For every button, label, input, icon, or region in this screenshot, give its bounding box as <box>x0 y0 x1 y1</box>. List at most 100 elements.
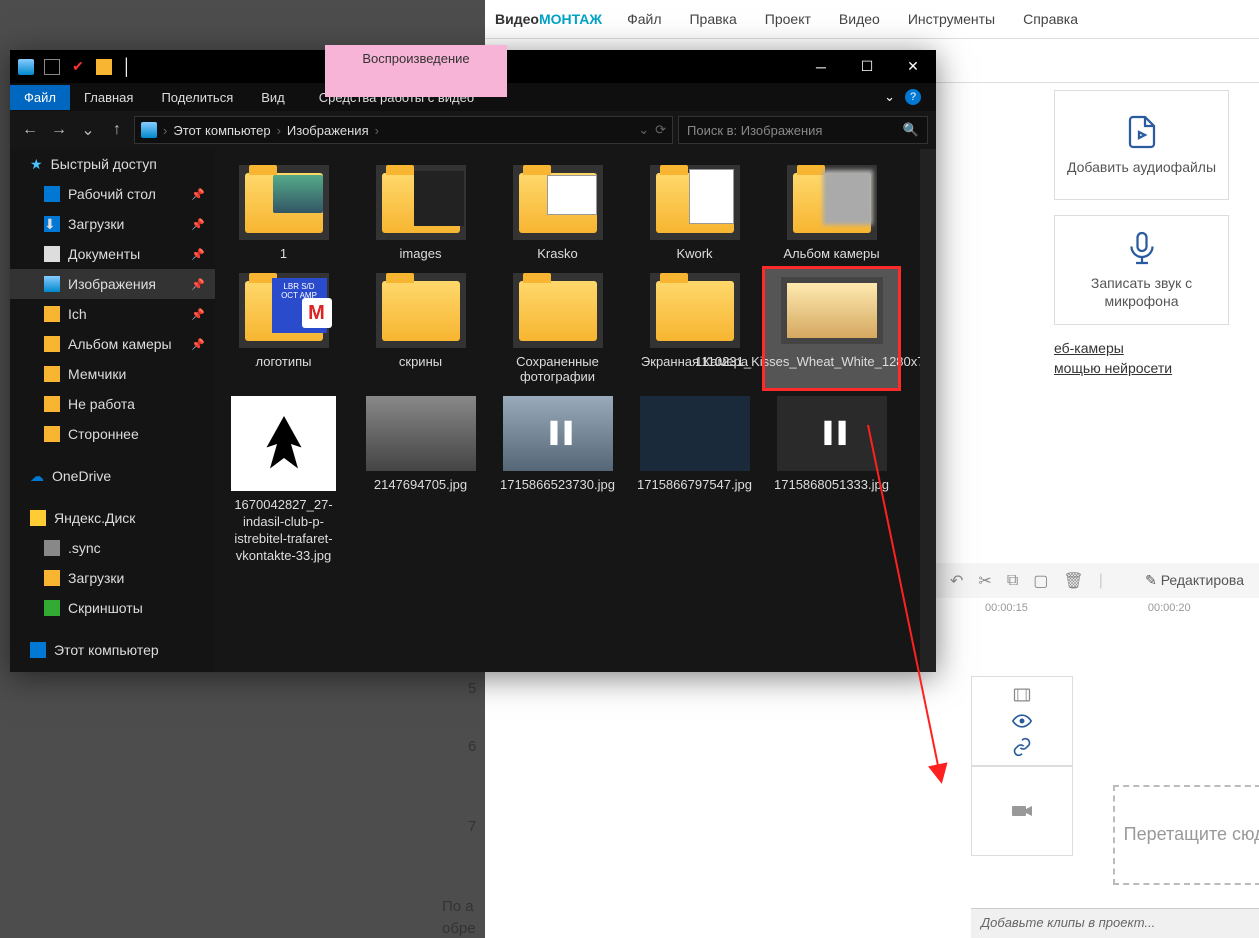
image-file[interactable]: 2147694705.jpg <box>352 390 489 571</box>
ribbon-expand[interactable]: ⌄ ? <box>869 84 936 110</box>
eye-icon <box>1012 711 1032 731</box>
ribbon-share[interactable]: Поделиться <box>147 85 247 110</box>
microphone-icon <box>1124 230 1160 266</box>
up-button[interactable]: ↑ <box>105 118 129 142</box>
search-box[interactable]: Поиск в: Изображения 🔍 <box>678 116 928 144</box>
page-num: 6 <box>468 738 476 755</box>
sidebar-thirdparty[interactable]: Стороннее <box>10 419 215 449</box>
menu-file[interactable]: Файл <box>627 11 661 27</box>
add-audio-button[interactable]: Добавить аудиофайлы <box>1054 90 1229 200</box>
audio-file-icon <box>1124 114 1160 150</box>
file-name: 1715866523730.jpg <box>500 477 615 492</box>
minimize-button[interactable]: ─ <box>798 51 844 83</box>
help-icon[interactable]: ? <box>905 89 921 105</box>
sidebar-thispc[interactable]: Этот компьютер <box>10 635 215 665</box>
folder-item[interactable]: Krasko <box>489 159 626 267</box>
file-name: 1 <box>280 246 287 261</box>
sidebar-onedrive[interactable]: ☁ OneDrive <box>10 461 215 491</box>
vm-logo: ВидеоМОНТАЖ <box>495 11 602 27</box>
folder-item[interactable]: скрины <box>352 267 489 390</box>
delete-icon[interactable]: 🗑 <box>1063 571 1083 591</box>
paste-icon[interactable]: ▢ <box>1033 571 1048 591</box>
camera-track-head[interactable] <box>971 766 1073 856</box>
folder-item[interactable]: Альбом камеры <box>763 159 900 267</box>
chevron-right-icon: › <box>375 123 379 138</box>
vm-links: еб-камеры мощью нейросети <box>1054 340 1229 380</box>
chevron-down-icon[interactable]: ⌄ <box>638 122 649 138</box>
menu-help[interactable]: Справка <box>1023 11 1078 27</box>
sidebar-pictures[interactable]: Изображения📌 <box>10 269 215 299</box>
sidebar-downloads2[interactable]: Загрузки <box>10 563 215 593</box>
qa-check-icon[interactable]: ✔ <box>70 59 86 75</box>
drop-zone[interactable]: Перетащите сюда видео и фото <box>1113 785 1259 885</box>
link-webcam[interactable]: еб-камеры <box>1054 340 1229 356</box>
file-list[interactable]: 1 images Krasko Kwork Альбом камеры LBR … <box>215 149 936 672</box>
link-icon <box>1012 737 1032 757</box>
menu-project[interactable]: Проект <box>765 11 811 27</box>
menu-video[interactable]: Видео <box>839 11 880 27</box>
video-file-selected[interactable]: 1110231_Kisses_Wheat_White_1280x720.mp4 <box>763 267 900 390</box>
chevron-right-icon: › <box>277 123 281 138</box>
video-track-head[interactable] <box>971 676 1073 766</box>
close-button[interactable]: ✕ <box>890 51 936 83</box>
crumb-folder[interactable]: Изображения <box>287 123 369 138</box>
ribbon-file[interactable]: Файл <box>10 85 70 110</box>
folder-item[interactable]: 1 <box>215 159 352 267</box>
sidebar-sync[interactable]: .sync <box>10 533 215 563</box>
file-name: скрины <box>399 354 442 369</box>
quick-access[interactable]: ★ Быстрый доступ <box>10 149 215 179</box>
playback-tools-tab[interactable]: Воспроизведение <box>325 45 507 97</box>
sidebar-desktop[interactable]: Рабочий стол📌 <box>10 179 215 209</box>
breadcrumb[interactable]: › Этот компьютер › Изображения › ⌄ ⟳ <box>134 116 673 144</box>
image-file[interactable]: 1670042827_27-indasil-club-p-istrebitel-… <box>215 390 352 571</box>
sidebar-camera[interactable]: Альбом камеры📌 <box>10 329 215 359</box>
menu-edit[interactable]: Правка <box>689 11 736 27</box>
folder-item[interactable]: Kwork <box>626 159 763 267</box>
ribbon-home[interactable]: Главная <box>70 85 147 110</box>
folder-item[interactable]: Сохраненные фотографии <box>489 267 626 390</box>
crumb-root[interactable]: Этот компьютер <box>173 123 270 138</box>
folder-item[interactable]: LBR S/D OCT AMPMлоготипы <box>215 267 352 390</box>
copy-icon[interactable]: ⧉ <box>1007 572 1018 590</box>
record-mic-button[interactable]: Записать звук с микрофона <box>1054 215 1229 325</box>
nav-pane[interactable]: ★ Быстрый доступ Рабочий стол📌 ⬇Загрузки… <box>10 149 215 672</box>
image-file[interactable]: 1715866797547.jpg <box>626 390 763 571</box>
separator: | <box>1099 572 1103 590</box>
recent-dropdown[interactable]: ⌄ <box>76 118 100 142</box>
back-button[interactable]: ← <box>18 118 42 142</box>
link-ai[interactable]: мощью нейросети <box>1054 360 1229 376</box>
sidebar-downloads[interactable]: ⬇Загрузки📌 <box>10 209 215 239</box>
undo-icon[interactable]: ↶ <box>950 571 963 591</box>
vm-titlebar: ВидеоМОНТАЖ Файл Правка Проект Видео Инс… <box>485 0 1259 38</box>
scrollbar[interactable] <box>920 149 936 672</box>
sidebar-screenshots[interactable]: Скриншоты <box>10 593 215 623</box>
sidebar-yandex[interactable]: Яндекс.Диск <box>10 503 215 533</box>
search-icon: 🔍 <box>903 122 919 138</box>
timeline-ruler[interactable]: 00:00:15 00:00:20 <box>935 598 1259 628</box>
sidebar-documents[interactable]: Документы📌 <box>10 239 215 269</box>
qa-folder-icon[interactable] <box>96 59 112 75</box>
explorer-icon <box>18 59 34 75</box>
separator: │ <box>122 59 138 75</box>
image-file[interactable]: ▐▐1715866523730.jpg <box>489 390 626 571</box>
sidebar-memes[interactable]: Мемчики <box>10 359 215 389</box>
sidebar-ich[interactable]: Ich📌 <box>10 299 215 329</box>
file-name: Альбом камеры <box>783 246 879 261</box>
sidebar-notwork[interactable]: Не работа <box>10 389 215 419</box>
maximize-button[interactable]: ☐ <box>844 51 890 83</box>
truncated-text: обре <box>442 920 476 937</box>
folder-item[interactable]: images <box>352 159 489 267</box>
forward-button[interactable]: → <box>47 118 71 142</box>
ribbon-view[interactable]: Вид <box>247 85 299 110</box>
qa-icon[interactable] <box>44 59 60 75</box>
cut-icon[interactable]: ✂ <box>978 571 991 591</box>
edit-button[interactable]: ✎ Редактирова <box>1145 572 1244 589</box>
refresh-icon[interactable]: ⟳ <box>655 122 666 138</box>
camera-icon <box>1010 799 1034 823</box>
image-file[interactable]: ▐▐1715868051333.jpg <box>763 390 900 571</box>
quick-access-toolbar: ✔ │ <box>10 59 146 75</box>
folder-item[interactable]: Экранная Камера <box>626 267 763 390</box>
track-headers <box>971 676 1073 856</box>
menu-tools[interactable]: Инструменты <box>908 11 995 27</box>
status-footer: Добавьте клипы в проект... <box>971 908 1259 938</box>
